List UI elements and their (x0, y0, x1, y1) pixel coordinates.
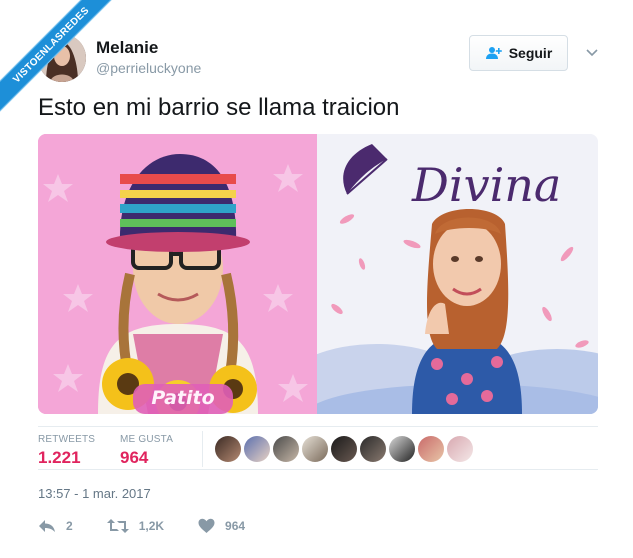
heart-icon (198, 518, 215, 534)
tweet-media[interactable]: Patito Divina (38, 134, 598, 414)
retweet-icon (106, 518, 129, 534)
retweets-count: 1.221 (38, 448, 81, 467)
follow-button-label: Seguir (508, 45, 553, 61)
liker-avatar[interactable] (418, 436, 444, 462)
watermark-text: VISTOENLASREDES (0, 0, 120, 120)
retweet-action[interactable]: 1,2K (106, 518, 165, 534)
chevron-down-icon[interactable] (584, 44, 600, 60)
stats-divider (202, 431, 203, 467)
patito-photo (38, 134, 317, 414)
tweet-timestamp[interactable]: 13:57 - 1 mar. 2017 (38, 486, 151, 501)
liker-avatar[interactable] (331, 436, 357, 462)
liker-avatar[interactable] (244, 436, 270, 462)
watermark-ribbon: VISTOENLASREDES (0, 0, 120, 120)
reply-action[interactable]: 2 (38, 518, 73, 534)
liker-avatar[interactable] (273, 436, 299, 462)
liker-avatar[interactable] (447, 436, 473, 462)
likes-label: ME GUSTA (120, 434, 174, 445)
likes-stat[interactable]: ME GUSTA 964 (120, 434, 173, 468)
tweet-stats: RETWEETS 1.221 ME GUSTA 964 (38, 426, 598, 470)
media-image-right[interactable]: Divina (317, 134, 598, 414)
add-user-icon (485, 46, 503, 60)
media-image-left[interactable]: Patito (38, 134, 317, 414)
liker-avatar[interactable] (215, 436, 241, 462)
divina-logo: Divina (412, 158, 562, 212)
reply-icon (38, 518, 56, 534)
retweet-count: 1,2K (138, 519, 165, 533)
reply-count: 2 (66, 519, 73, 533)
retweets-stat[interactable]: RETWEETS 1.221 (38, 434, 95, 468)
like-count: 964 (225, 519, 246, 533)
liker-avatars (215, 436, 473, 462)
follow-button[interactable]: Seguir (469, 35, 568, 71)
liker-avatar[interactable] (302, 436, 328, 462)
liker-avatar[interactable] (389, 436, 415, 462)
retweets-label: RETWEETS (38, 434, 96, 445)
likes-count: 964 (120, 448, 149, 467)
patito-logo: Patito (151, 387, 215, 409)
tweet-actions: 2 1,2K 964 (38, 514, 279, 538)
like-action[interactable]: 964 (198, 518, 245, 534)
liker-avatar[interactable] (360, 436, 386, 462)
